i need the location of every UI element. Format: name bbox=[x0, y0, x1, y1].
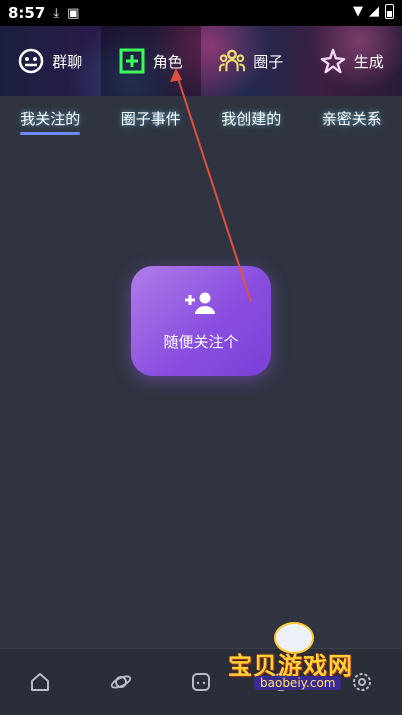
random-follow-button[interactable]: 随便关注个 bbox=[131, 266, 271, 376]
sub-tab-bar: 我关注的 圈子事件 我创建的 亲密关系 bbox=[0, 108, 402, 134]
tab-role[interactable]: 角色 bbox=[101, 26, 202, 96]
tab-label: 圈子 bbox=[253, 51, 283, 72]
wifi-icon: ▼ bbox=[353, 4, 363, 19]
planet-icon bbox=[110, 671, 132, 693]
signal-icon: ◢ bbox=[369, 4, 379, 19]
nav-chat[interactable] bbox=[181, 662, 221, 702]
status-bar: 8:57 ⤓ ▣ ▼ ◢ bbox=[0, 0, 402, 26]
sparkle-star-icon bbox=[320, 48, 346, 74]
home-icon bbox=[29, 671, 51, 693]
group-chat-icon bbox=[18, 48, 44, 74]
subtab-created[interactable]: 我创建的 bbox=[221, 108, 281, 135]
chat-icon bbox=[190, 671, 212, 693]
app-notification-icon: ▣ bbox=[67, 6, 79, 21]
status-time: 8:57 bbox=[8, 4, 45, 22]
tab-label: 群聊 bbox=[52, 51, 82, 72]
nav-planet[interactable] bbox=[101, 662, 141, 702]
add-square-icon bbox=[119, 48, 145, 74]
tab-generate[interactable]: 生成 bbox=[302, 26, 402, 96]
nav-home[interactable] bbox=[20, 662, 60, 702]
battery-icon bbox=[385, 4, 394, 19]
subtab-intimate[interactable]: 亲密关系 bbox=[322, 108, 382, 135]
tab-label: 角色 bbox=[153, 51, 183, 72]
watermark: 宝贝游戏网 baobeiy.com bbox=[222, 620, 372, 694]
people-icon bbox=[219, 48, 245, 74]
subtab-circle-events[interactable]: 圈子事件 bbox=[121, 108, 181, 135]
download-icon: ⤓ bbox=[53, 6, 59, 21]
subtab-following[interactable]: 我关注的 bbox=[20, 108, 80, 135]
person-add-icon bbox=[184, 291, 218, 319]
tab-group-chat[interactable]: 群聊 bbox=[0, 26, 101, 96]
random-follow-label: 随便关注个 bbox=[163, 331, 238, 352]
tab-circle[interactable]: 圈子 bbox=[201, 26, 302, 96]
tab-label: 生成 bbox=[354, 51, 384, 72]
watermark-url: baobeiy.com bbox=[254, 676, 341, 690]
header-banner: 群聊 角色 圈子 bbox=[0, 26, 402, 96]
